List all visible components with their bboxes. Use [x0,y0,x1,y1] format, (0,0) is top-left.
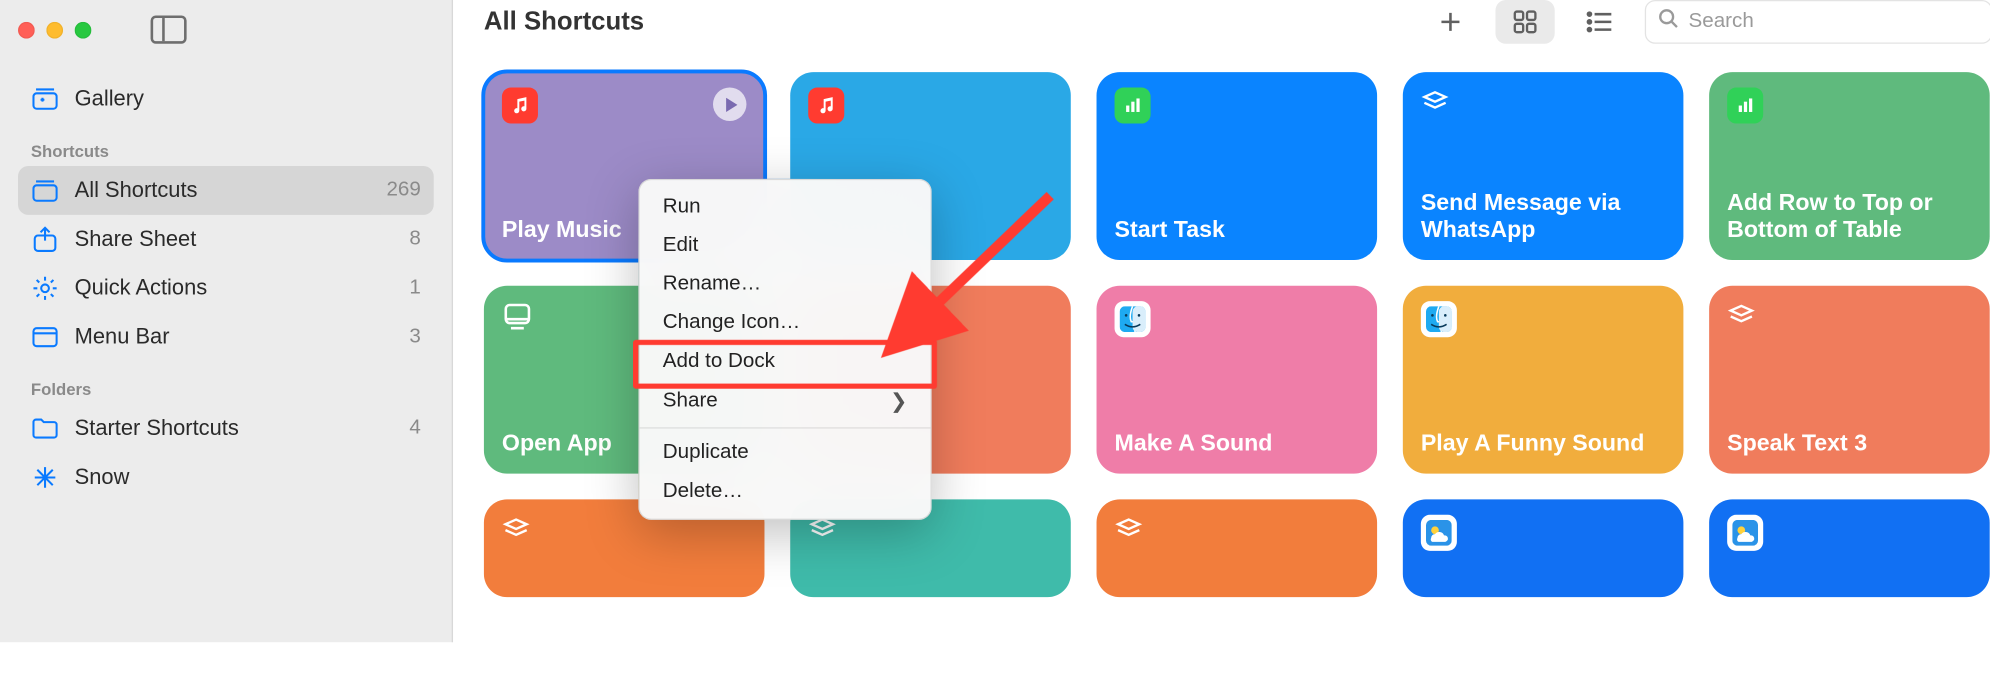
search-icon [1659,9,1678,35]
main-area: All Shortcuts Search [453,0,1990,642]
chart-icon [1727,88,1763,124]
shortcut-card-speak-text[interactable]: Speak Text 3 [1709,286,1990,474]
sidebar-item-label: Quick Actions [75,275,394,301]
shortcuts-app-icon [1115,515,1143,550]
shortcuts-window: Gallery Shortcuts All Shortcuts 269 Shar… [0,0,1990,642]
sidebar-folder-snow[interactable]: Snow [18,453,434,502]
shortcut-card-send-whatsapp[interactable]: Send Message via WhatsApp [1403,72,1684,260]
search-field[interactable]: Search [1645,0,1990,44]
sidebar-item-share-sheet[interactable]: Share Sheet 8 [18,215,434,264]
card-title: Make A Sound [1115,430,1360,458]
shortcuts-app-icon [808,515,836,550]
shortcuts-app-icon [1727,301,1755,336]
sidebar-item-quick-actions[interactable]: Quick Actions 1 [18,264,434,313]
menu-item-edit[interactable]: Edit [640,227,931,266]
close-window-button[interactable] [18,21,35,38]
sidebar-item-label: Menu Bar [75,324,394,350]
folder-icon [31,418,59,439]
gear-icon [31,275,59,301]
sidebar-item-count: 1 [409,277,420,300]
chevron-right-icon: ❯ [890,389,907,415]
menu-item-rename[interactable]: Rename… [640,265,931,304]
toolbar: All Shortcuts Search [453,0,1990,44]
sidebar-item-label: Gallery [75,86,421,112]
shortcut-card-add-row[interactable]: Add Row to Top or Bottom of Table [1709,72,1990,260]
card-title: Speak Text 3 [1727,430,1972,458]
menu-item-run[interactable]: Run [640,188,931,227]
sidebar-item-count: 3 [409,326,420,349]
add-shortcut-button[interactable] [1421,0,1480,44]
menu-item-duplicate[interactable]: Duplicate [640,434,931,473]
menu-item-delete[interactable]: Delete… [640,472,931,511]
shortcut-card[interactable] [1709,499,1990,597]
card-title: Send Message via WhatsApp [1421,189,1666,245]
sidebar-item-menu-bar[interactable]: Menu Bar 3 [18,313,434,362]
gallery-icon [31,88,59,111]
finder-icon [1115,301,1151,337]
menu-separator [640,427,931,428]
sidebar-item-label: All Shortcuts [75,178,371,204]
sidebar-item-count: 4 [409,417,420,440]
window-controls [18,21,91,38]
sidebar-folder-starter[interactable]: Starter Shortcuts 4 [18,404,434,453]
chart-icon [1115,88,1151,124]
shortcuts-app-icon [502,515,530,550]
page-title: All Shortcuts [484,7,644,37]
play-icon[interactable] [713,88,746,121]
sidebar-heading-folders: Folders [31,380,421,399]
minimize-window-button[interactable] [46,21,63,38]
sidebar-item-label: Share Sheet [75,227,394,253]
sidebar-item-all-shortcuts[interactable]: All Shortcuts 269 [18,166,434,215]
snowflake-icon [31,466,59,489]
display-icon [502,301,533,338]
finder-icon [1421,301,1457,337]
shortcuts-grid-wrap: Play Music s Playlist Start Task [453,44,1990,687]
menu-item-change-icon[interactable]: Change Icon… [640,304,931,343]
weather-icon [1727,515,1763,551]
sidebar: Gallery Shortcuts All Shortcuts 269 Shar… [0,0,453,642]
stack-icon [31,179,59,202]
sidebar-heading-shortcuts: Shortcuts [31,142,421,161]
shortcut-card[interactable] [1097,499,1378,597]
shortcut-card-funny-sound[interactable]: Play A Funny Sound [1403,286,1684,474]
shortcuts-app-icon [1421,88,1449,123]
grid-view-button[interactable] [1495,0,1554,44]
sidebar-item-label: Snow [75,465,421,491]
card-title: Start Task [1115,217,1360,245]
sidebar-item-gallery[interactable]: Gallery [18,75,434,124]
sidebar-item-count: 8 [409,228,420,251]
list-view-button[interactable] [1570,0,1629,44]
context-menu: Run Edit Rename… Change Icon… Add to Doc… [638,179,931,520]
card-title: Add Row to Top or Bottom of Table [1727,189,1972,245]
window-titlebar [18,15,434,43]
zoom-window-button[interactable] [75,21,92,38]
toggle-sidebar-button[interactable] [151,15,187,43]
menu-item-share[interactable]: Share❯ [640,381,931,422]
share-icon [31,227,59,253]
sidebar-item-label: Starter Shortcuts [75,416,394,442]
music-icon [502,88,538,124]
shortcut-card[interactable] [1403,499,1684,597]
menu-item-add-to-dock[interactable]: Add to Dock [640,342,931,381]
sidebar-item-count: 269 [386,179,420,202]
shortcut-card-make-sound[interactable]: Make A Sound [1097,286,1378,474]
shortcut-card-start-task[interactable]: Start Task [1097,72,1378,260]
music-icon [808,88,844,124]
menubar-icon [31,327,59,348]
search-placeholder: Search [1689,10,1754,33]
card-title: Play A Funny Sound [1421,430,1666,458]
weather-icon [1421,515,1457,551]
